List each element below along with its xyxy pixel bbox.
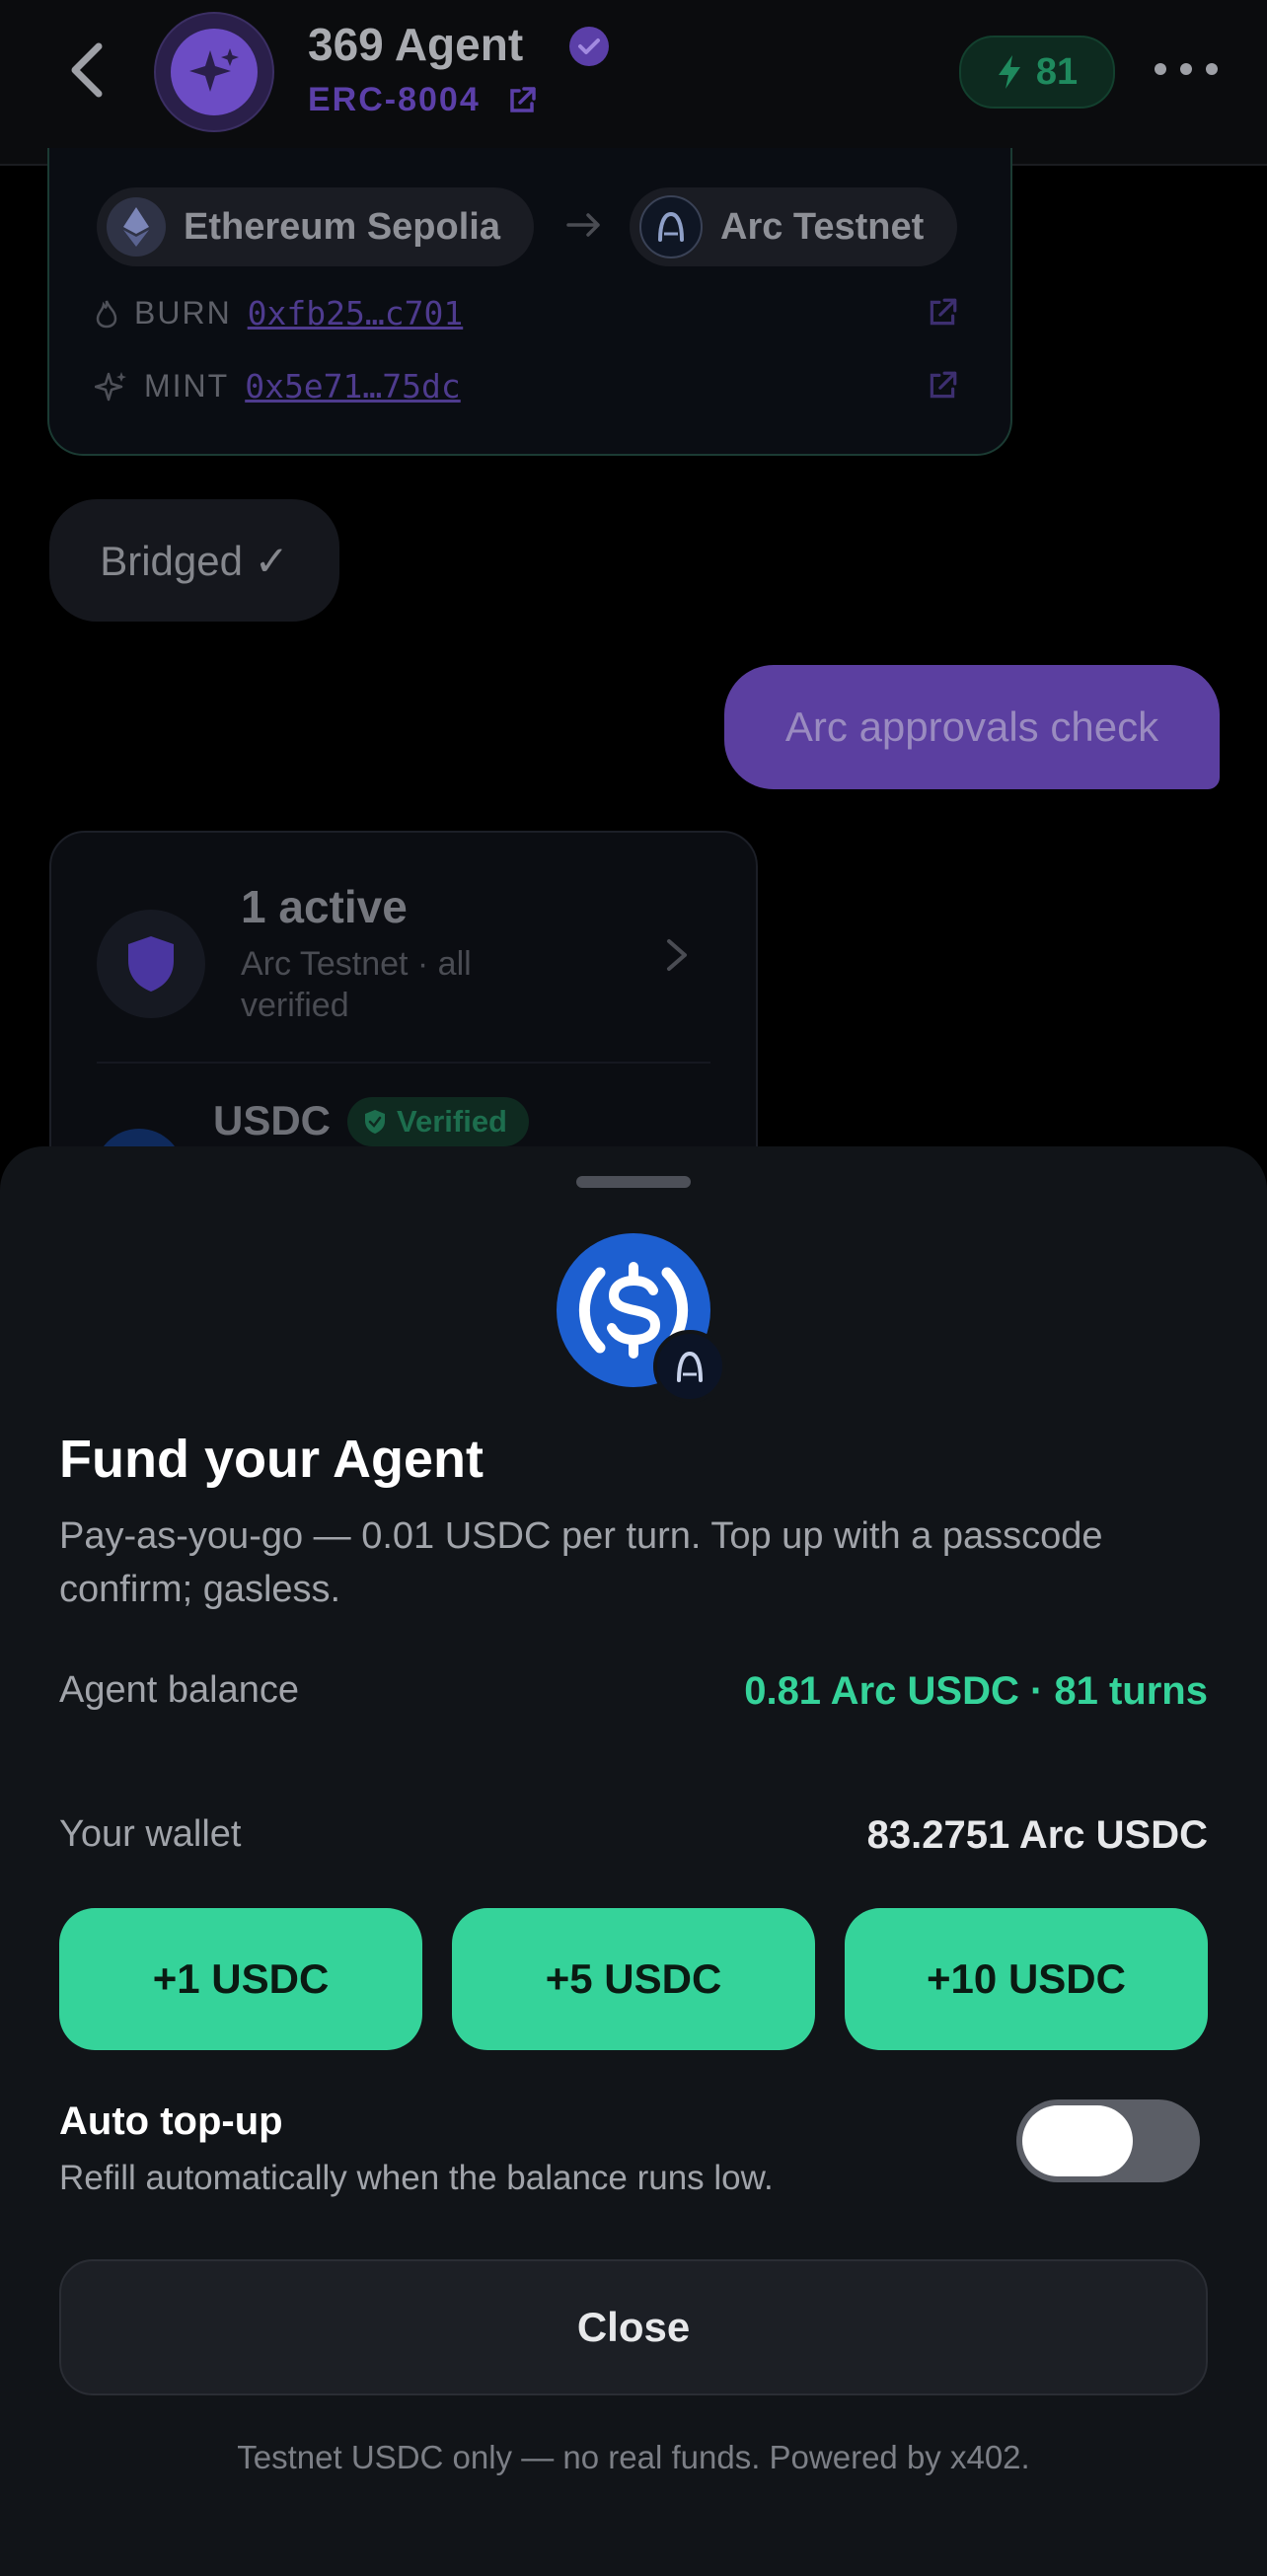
back-chevron-icon — [71, 42, 103, 98]
burn-tx-hash-link[interactable]: 0xfb25…c701 — [248, 294, 464, 332]
destination-chain-label: Arc Testnet — [720, 205, 925, 248]
agent-balance-value: 0.81 Arc USDC · 81 turns — [744, 1669, 1208, 1713]
destination-chain-pill: Arc Testnet — [630, 187, 958, 266]
sparkle-icon — [189, 48, 239, 92]
agent-balance-label: Agent balance — [59, 1669, 299, 1711]
user-message-text: Arc approvals check — [784, 703, 1159, 750]
sparkle-mint-icon — [95, 371, 126, 401]
topup-1-usdc-button[interactable]: +1 USDC — [59, 1908, 422, 2050]
verified-label: Verified — [397, 1104, 507, 1139]
arc-network-icon — [653, 1330, 726, 1403]
topup-5-usdc-button[interactable]: +5 USDC — [452, 1908, 815, 2050]
arrow-right-icon — [566, 213, 600, 237]
bolt-icon — [998, 55, 1020, 89]
wallet-balance-value: 83.2751 Arc USDC — [866, 1813, 1208, 1857]
verified-shield-icon — [365, 1110, 385, 1134]
auto-topup-description: Refill automatically when the balance ru… — [59, 2159, 774, 2197]
approvals-subtitle: Arc Testnet · all verified — [241, 945, 472, 1024]
sheet-description: Pay-as-you-go — 0.01 USDC per turn. Top … — [59, 1515, 1103, 1610]
user-message-bubble: Arc approvals check — [724, 665, 1220, 789]
toggle-knob — [1022, 2105, 1133, 2176]
shield-icon-wrap — [97, 910, 205, 1018]
wallet-balance-label: Your wallet — [59, 1813, 242, 1855]
more-dots-icon — [1155, 63, 1166, 75]
chat-header: 369 Agent ERC-8004 81 — [0, 0, 1267, 166]
mint-tx-hash-link[interactable]: 0x5e71…75dc — [245, 367, 461, 405]
agent-avatar[interactable] — [154, 12, 274, 132]
auto-topup-toggle[interactable] — [1016, 2099, 1200, 2182]
close-button-label: Close — [576, 2304, 691, 2350]
energy-balance-pill[interactable]: 81 — [959, 36, 1115, 109]
sheet-drag-handle[interactable] — [576, 1176, 691, 1188]
verified-check-icon — [569, 27, 609, 66]
topup-1-label: +1 USDC — [152, 1955, 330, 2002]
external-link-icon — [510, 86, 536, 112]
mint-label: MINT — [144, 368, 230, 404]
erc-standard-label: ERC-8004 — [308, 81, 481, 118]
close-button[interactable]: Close — [59, 2259, 1208, 2395]
bot-message-text: Bridged ✓ — [100, 537, 289, 584]
auto-topup-title: Auto top-up — [59, 2099, 283, 2143]
source-chain-label: Ethereum Sepolia — [184, 205, 500, 248]
token-symbol: USDC — [213, 1097, 332, 1143]
shield-icon — [128, 936, 174, 992]
sheet-title: Fund your Agent — [59, 1430, 484, 1489]
energy-count: 81 — [1035, 50, 1079, 93]
topup-10-label: +10 USDC — [927, 1955, 1126, 2002]
burn-tx-row: BURN 0xfb25…c701 — [95, 294, 463, 332]
back-button[interactable] — [57, 37, 116, 103]
agent-name: 369 Agent — [308, 19, 524, 70]
verified-badge: Verified — [347, 1097, 529, 1146]
more-options-button[interactable] — [1155, 51, 1218, 87]
fund-agent-sheet: Fund your Agent Pay-as-you-go — 0.01 USD… — [0, 1146, 1267, 2576]
bot-message-bubble: Bridged ✓ — [49, 499, 339, 622]
topup-10-usdc-button[interactable]: +10 USDC — [845, 1908, 1208, 2050]
erc-standard-link[interactable]: ERC-8004 — [308, 81, 538, 119]
burn-external-link-icon[interactable] — [926, 296, 959, 330]
footer-note: Testnet USDC only — no real funds. Power… — [237, 2439, 1030, 2475]
approvals-title: 1 active — [241, 881, 408, 932]
burn-label: BURN — [134, 295, 232, 331]
divider — [97, 1062, 710, 1064]
topup-5-label: +5 USDC — [545, 1955, 722, 2002]
mint-external-link-icon[interactable] — [926, 369, 959, 403]
ethereum-icon — [107, 197, 166, 257]
flame-icon — [96, 300, 117, 328]
mint-tx-row: MINT 0x5e71…75dc — [95, 367, 461, 405]
source-chain-pill: Ethereum Sepolia — [97, 187, 534, 266]
chevron-right-icon — [667, 939, 687, 971]
arc-icon — [639, 195, 703, 258]
